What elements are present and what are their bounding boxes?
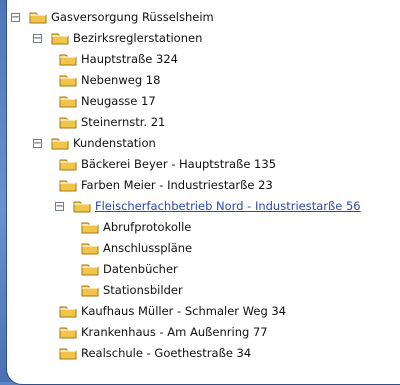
- tree-item[interactable]: Bäckerei Beyer - Hauptstraße 135: [55, 154, 276, 174]
- tree-item-label: Abrufprotokolle: [103, 220, 192, 234]
- tree-item[interactable]: Kaufhaus Müller - Schmaler Weg 34: [55, 301, 286, 321]
- tree-item-label: Hauptstraße 324: [81, 52, 178, 66]
- tree-item-label: Nebenweg 18: [81, 73, 161, 87]
- tree-item-label: Stationsbilder: [103, 283, 183, 297]
- tree-item[interactable]: − Gasversorgung Rüsselsheim: [11, 7, 214, 27]
- tree-item-label: Gasversorgung Rüsselsheim: [51, 10, 214, 24]
- folder-icon: [59, 304, 77, 318]
- tree-item[interactable]: Steinernstr. 21: [55, 112, 165, 132]
- tree-item-label: Krankenhaus - Am Außenring 77: [81, 325, 268, 339]
- folder-icon: [81, 262, 99, 276]
- tree-item[interactable]: Farben Meier - Industriestarße 23: [55, 175, 273, 195]
- folder-icon: [59, 346, 77, 360]
- tree-item[interactable]: − Bezirksreglerstationen: [33, 28, 202, 48]
- folder-icon: [59, 52, 77, 66]
- tree-item[interactable]: Abrufprotokolle: [77, 217, 191, 237]
- tree-item-label: Realschule - Goethestraße 34: [81, 346, 252, 360]
- tree-panel: − Gasversorgung Rüsselsheim − Bezirksregl…: [6, 0, 400, 385]
- tree-item[interactable]: Nebenweg 18: [55, 70, 160, 90]
- expand-collapse-toggle[interactable]: −: [55, 201, 64, 211]
- tree-item-label: Bäckerei Beyer - Hauptstraße 135: [81, 157, 277, 171]
- folder-icon: [51, 31, 69, 45]
- folder-icon: [59, 178, 77, 192]
- tree-item-label: Farben Meier - Industriestarße 23: [81, 178, 273, 192]
- tree-item[interactable]: Hauptstraße 324: [55, 49, 178, 69]
- folder-icon: [81, 220, 99, 234]
- tree-item[interactable]: Stationsbilder: [77, 280, 183, 300]
- folder-icon: [81, 283, 99, 297]
- folder-icon: [73, 199, 91, 213]
- tree-item-label: Fleischerfachbetrieb Nord - Industriesta…: [95, 199, 361, 213]
- expand-collapse-toggle[interactable]: −: [33, 33, 42, 43]
- folder-icon: [81, 241, 99, 255]
- folder-icon: [59, 157, 77, 171]
- folder-icon: [51, 136, 69, 150]
- folder-icon: [59, 94, 77, 108]
- tree-item[interactable]: Krankenhaus - Am Außenring 77: [55, 322, 268, 342]
- tree-item[interactable]: Neugasse 17: [55, 91, 156, 111]
- tree-item-label: Kundenstation: [73, 136, 156, 150]
- tree-item-label: Bezirksreglerstationen: [73, 31, 203, 45]
- tree-item-label: Steinernstr. 21: [81, 115, 166, 129]
- tree-item[interactable]: − Fleischerfachbetrieb Nord - Industries…: [55, 196, 361, 216]
- tree-item-label: Kaufhaus Müller - Schmaler Weg 34: [81, 304, 287, 318]
- tree-item-label: Neugasse 17: [81, 94, 156, 108]
- tree-item[interactable]: Datenbücher: [77, 259, 178, 279]
- folder-icon: [59, 73, 77, 87]
- tree-item-label: Datenbücher: [103, 262, 178, 276]
- expand-collapse-toggle[interactable]: −: [11, 12, 20, 22]
- folder-icon: [59, 115, 77, 129]
- tree-item-label: Anschlusspläne: [103, 241, 193, 255]
- tree-item[interactable]: Realschule - Goethestraße 34: [55, 343, 251, 363]
- expand-collapse-toggle[interactable]: −: [33, 138, 42, 148]
- tree-item[interactable]: − Kundenstation: [33, 133, 156, 153]
- folder-icon: [59, 325, 77, 339]
- folder-icon: [29, 10, 47, 24]
- tree-item[interactable]: Anschlusspläne: [77, 238, 192, 258]
